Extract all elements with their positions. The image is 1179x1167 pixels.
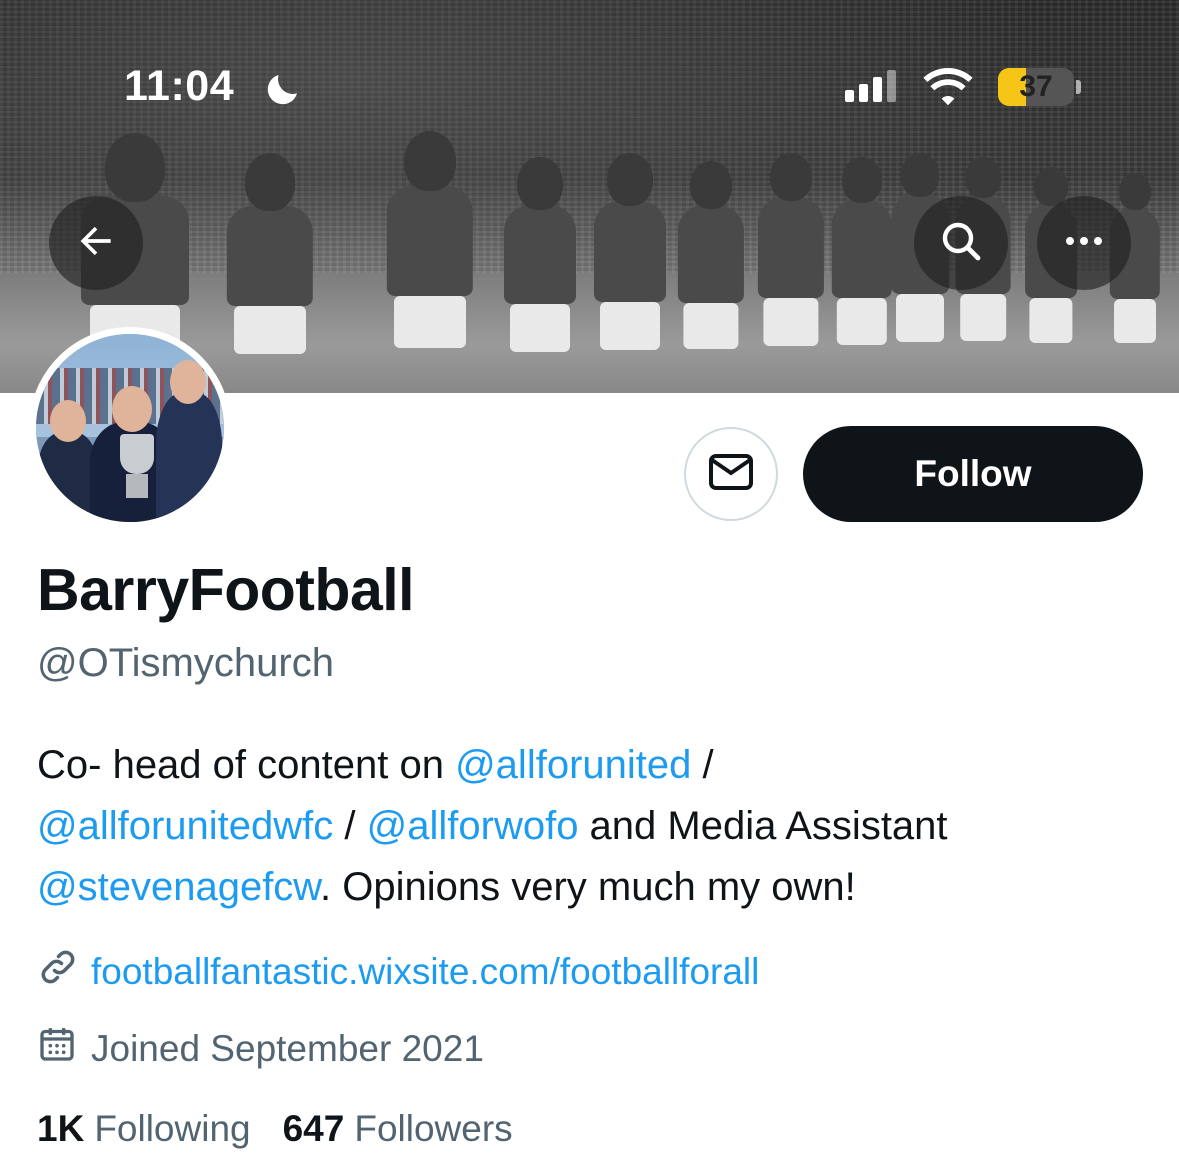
- player-shorts: [234, 306, 306, 355]
- mention-link[interactable]: @allforunited: [455, 743, 691, 787]
- following-label: Following: [94, 1108, 251, 1149]
- avatar-trophy-base: [126, 474, 148, 498]
- banner-player: [490, 157, 590, 393]
- battery-icon: 37: [998, 68, 1074, 106]
- battery-percent: 37: [1019, 70, 1053, 103]
- player-head: [245, 153, 295, 211]
- moon-icon: [262, 68, 304, 115]
- calendar-icon: [37, 1024, 77, 1073]
- avatar-person-left: [38, 432, 98, 522]
- player-head: [842, 157, 882, 203]
- player-head: [404, 131, 456, 191]
- player-head: [1119, 173, 1151, 210]
- bio-text: /: [691, 743, 714, 787]
- bio-text: . Opinions very much my own!: [320, 865, 856, 909]
- handle: @OTismychurch: [37, 641, 334, 685]
- search-button[interactable]: [914, 196, 1008, 290]
- player-shorts: [1029, 297, 1073, 343]
- player-shirt: [226, 205, 314, 307]
- player-shirt: [594, 201, 666, 303]
- bio-text: /: [333, 804, 367, 848]
- back-button[interactable]: [49, 196, 143, 290]
- avatar-face-left: [50, 400, 86, 442]
- cellular-signal-icon: [845, 70, 896, 102]
- avatar-face-right: [170, 360, 206, 404]
- player-head: [965, 157, 1001, 199]
- player-shorts: [683, 302, 739, 349]
- mention-link[interactable]: @allforunitedwfc: [37, 804, 333, 848]
- bio: Co- head of content on @allforunited / @…: [37, 735, 1147, 918]
- message-button[interactable]: [684, 427, 778, 521]
- banner-player: [665, 161, 757, 393]
- website-row: footballfantastic.wixsite.com/footballfo…: [37, 946, 759, 997]
- player-shorts: [510, 304, 570, 352]
- player-shorts: [763, 297, 819, 346]
- status-time: 11:04: [124, 62, 235, 110]
- player-shorts: [1114, 299, 1156, 343]
- joined-date: Joined September 2021: [91, 1027, 484, 1069]
- banner-player: [210, 153, 330, 393]
- avatar[interactable]: [29, 327, 231, 529]
- follow-button[interactable]: Follow: [803, 426, 1143, 522]
- followers-stat[interactable]: 647 Followers: [283, 1108, 513, 1150]
- display-name: BarryFootball: [37, 557, 415, 623]
- following-count: 1K: [37, 1108, 85, 1149]
- player-shorts: [960, 293, 1006, 342]
- player-shirt: [386, 185, 474, 296]
- followers-label: Followers: [354, 1108, 513, 1149]
- more-dots-icon: [1060, 233, 1108, 254]
- search-icon: [937, 217, 985, 270]
- joined-row: Joined September 2021: [37, 1024, 484, 1073]
- avatar-trophy: [120, 434, 154, 474]
- envelope-icon: [707, 452, 755, 497]
- mention-link[interactable]: @allforwofo: [367, 804, 579, 848]
- player-shorts: [600, 302, 660, 351]
- player-shirt: [677, 205, 745, 303]
- player-head: [105, 133, 165, 202]
- avatar-face-center: [112, 386, 152, 432]
- bio-text: Co- head of content on: [37, 743, 456, 787]
- player-head: [901, 153, 939, 197]
- player-shirt: [504, 205, 576, 305]
- battery-tip: [1076, 80, 1081, 94]
- wifi-icon: [920, 66, 976, 113]
- follow-stats: 1K Following 647 Followers: [37, 1108, 513, 1150]
- player-shorts: [394, 295, 466, 349]
- player-head: [690, 161, 732, 210]
- arrow-left-icon: [74, 219, 118, 268]
- avatar-person-right: [156, 392, 222, 522]
- following-stat[interactable]: 1K Following: [37, 1108, 251, 1150]
- followers-count: 647: [282, 1108, 345, 1149]
- player-head: [517, 157, 563, 210]
- website-link[interactable]: footballfantastic.wixsite.com/footballfo…: [91, 951, 759, 993]
- player-shorts: [896, 293, 944, 342]
- bio-text: and Media Assistant: [578, 804, 948, 848]
- banner-player: [370, 131, 490, 393]
- mention-link[interactable]: @stevenagefcw: [37, 865, 320, 909]
- more-button[interactable]: [1037, 196, 1131, 290]
- player-head: [607, 153, 653, 206]
- player-shirt: [757, 197, 825, 298]
- link-icon: [37, 946, 79, 997]
- player-head: [770, 153, 812, 202]
